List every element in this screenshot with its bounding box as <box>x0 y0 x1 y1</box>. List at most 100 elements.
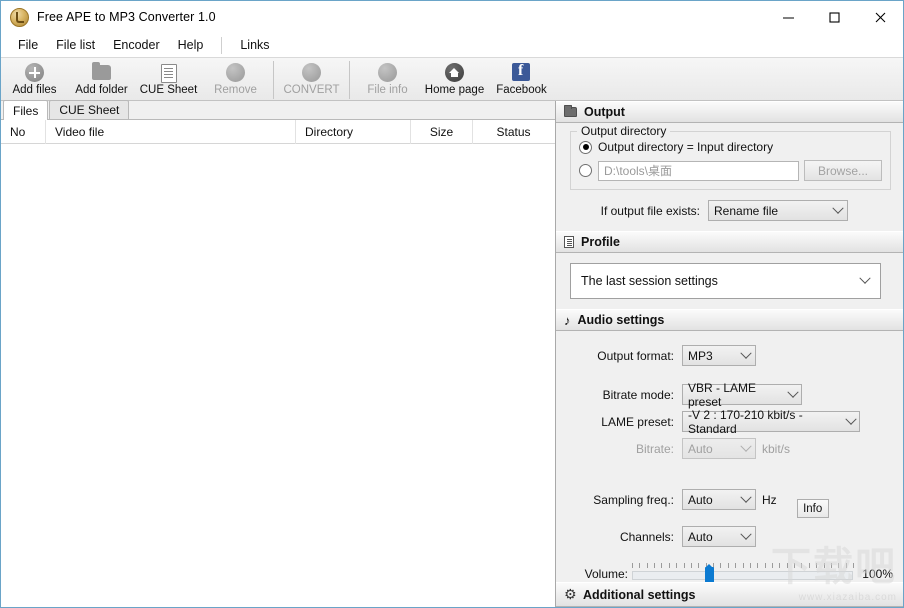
group-legend: Output directory <box>577 124 670 138</box>
chevron-down-icon <box>737 527 755 546</box>
chevron-down-icon <box>737 490 755 509</box>
section-header-additional-settings[interactable]: Additional settings <box>556 582 903 607</box>
chevron-down-icon <box>737 346 755 365</box>
folder-icon <box>564 107 577 117</box>
add-plus-icon <box>25 63 44 82</box>
if-output-exists-row: If output file exists: Rename file <box>570 200 891 221</box>
browse-button[interactable]: Browse... <box>804 160 882 181</box>
menu-item-encoder[interactable]: Encoder <box>104 35 169 55</box>
home-icon <box>445 63 464 82</box>
close-button[interactable] <box>857 1 903 33</box>
chevron-down-icon <box>850 277 880 285</box>
bitrate-mode-select[interactable]: VBR - LAME preset <box>682 384 802 405</box>
menu-item-file[interactable]: File <box>9 35 47 55</box>
chevron-down-icon <box>842 412 859 431</box>
column-header-status[interactable]: Status <box>472 120 554 144</box>
chevron-down-icon <box>737 439 755 458</box>
info-button[interactable]: Info <box>797 499 829 518</box>
tab-files[interactable]: Files <box>3 100 48 120</box>
toolbar: Add files Add folder CUE Sheet Remove CO… <box>1 58 903 101</box>
toolbar-button-file-info: File info <box>354 61 421 96</box>
settings-panel: Output Output directory Output directory… <box>556 101 903 607</box>
select-value: MP3 <box>688 349 713 363</box>
maximize-button[interactable] <box>811 1 857 33</box>
if-output-exists-select[interactable]: Rename file <box>708 200 848 221</box>
toolbar-button-facebook[interactable]: Facebook <box>488 61 555 96</box>
radio-row-same-dir[interactable]: Output directory = Input directory <box>579 140 882 154</box>
toolbar-button-add-folder[interactable]: Add folder <box>68 61 135 96</box>
channels-select[interactable]: Auto <box>682 526 756 547</box>
toolbar-label: Facebook <box>496 84 547 96</box>
column-header-video-file[interactable]: Video file <box>45 120 295 144</box>
document-icon <box>159 63 178 82</box>
sampling-freq-label: Sampling freq.: <box>556 493 674 507</box>
sampling-freq-select[interactable]: Auto <box>682 489 756 510</box>
menu-item-links[interactable]: Links <box>231 35 278 55</box>
toolbar-button-add-files[interactable]: Add files <box>1 61 68 96</box>
toolbar-label: Home page <box>425 84 484 96</box>
lame-preset-select[interactable]: -V 2 : 170-210 kbit/s - Standard <box>682 411 860 432</box>
lame-preset-label: LAME preset: <box>556 415 674 429</box>
section-header-output[interactable]: Output <box>556 101 903 123</box>
volume-label: Volume: <box>556 567 628 581</box>
volume-percent: 100% <box>853 567 893 581</box>
select-value: Auto <box>688 530 713 544</box>
sampling-freq-unit: Hz <box>762 493 777 507</box>
radio-custom-directory[interactable] <box>579 164 592 177</box>
menu-separator <box>221 37 222 54</box>
toolbar-label: Add folder <box>75 84 127 96</box>
file-list-panel: Files CUE Sheet No Video file Directory … <box>1 101 556 607</box>
menu-bar: File File list Encoder Help Links <box>1 33 903 58</box>
gear-icon <box>564 589 576 601</box>
select-value: The last session settings <box>581 274 718 288</box>
toolbar-button-home-page[interactable]: Home page <box>421 61 488 96</box>
output-format-select[interactable]: MP3 <box>682 345 756 366</box>
application-window: Free APE to MP3 Converter 1.0 File File … <box>0 0 904 608</box>
toolbar-label: Add files <box>12 84 56 96</box>
bitrate-row: Bitrate: Auto kbit/s <box>556 438 903 459</box>
menu-item-file-list[interactable]: File list <box>47 35 104 55</box>
select-value: Auto <box>688 442 713 456</box>
toolbar-label: CUE Sheet <box>140 84 198 96</box>
chevron-down-icon <box>784 385 801 404</box>
file-list-header: No Video file Directory Size Status <box>1 120 555 144</box>
menu-item-help[interactable]: Help <box>169 35 213 55</box>
toolbar-button-remove: Remove <box>202 61 269 96</box>
output-path-input[interactable]: D:\tools\桌面 <box>598 161 799 181</box>
music-note-icon: ♪ <box>564 314 571 327</box>
toolbar-separator <box>273 61 274 99</box>
section-title: Additional settings <box>583 588 696 602</box>
section-title: Profile <box>581 235 620 249</box>
bitrate-label: Bitrate: <box>556 442 674 456</box>
file-list-body[interactable] <box>1 144 555 607</box>
profile-select[interactable]: The last session settings <box>570 263 881 299</box>
file-list-tabs: Files CUE Sheet <box>1 101 555 120</box>
title-bar: Free APE to MP3 Converter 1.0 <box>1 1 903 33</box>
window-controls <box>765 1 903 33</box>
section-title: Output <box>584 105 625 119</box>
tab-cue-sheet[interactable]: CUE Sheet <box>49 100 129 119</box>
window-title: Free APE to MP3 Converter 1.0 <box>37 10 216 24</box>
column-header-directory[interactable]: Directory <box>295 120 410 144</box>
chevron-down-icon <box>829 201 847 220</box>
facebook-icon <box>512 63 531 82</box>
select-value: Rename file <box>714 204 778 218</box>
column-header-size[interactable]: Size <box>410 120 472 144</box>
radio-output-equals-input[interactable] <box>579 141 592 154</box>
section-title: Audio settings <box>578 313 665 327</box>
slider-track[interactable] <box>632 571 853 580</box>
toolbar-button-cue-sheet[interactable]: CUE Sheet <box>135 61 202 96</box>
slider-ticks <box>632 563 853 569</box>
document-icon <box>564 236 574 248</box>
toolbar-label: Remove <box>214 84 257 96</box>
lame-preset-row: LAME preset: -V 2 : 170-210 kbit/s - Sta… <box>556 411 903 432</box>
minimize-button[interactable] <box>765 1 811 33</box>
radio-row-custom-dir[interactable]: D:\tools\桌面 Browse... <box>579 160 882 181</box>
column-header-no[interactable]: No <box>1 120 45 144</box>
select-value: Auto <box>688 493 713 507</box>
sampling-freq-row: Sampling freq.: Auto Hz Info <box>556 481 903 518</box>
circle-icon <box>302 63 321 82</box>
section-header-audio-settings[interactable]: ♪ Audio settings <box>556 309 903 331</box>
circle-icon <box>226 63 245 82</box>
section-header-profile[interactable]: Profile <box>556 231 903 253</box>
